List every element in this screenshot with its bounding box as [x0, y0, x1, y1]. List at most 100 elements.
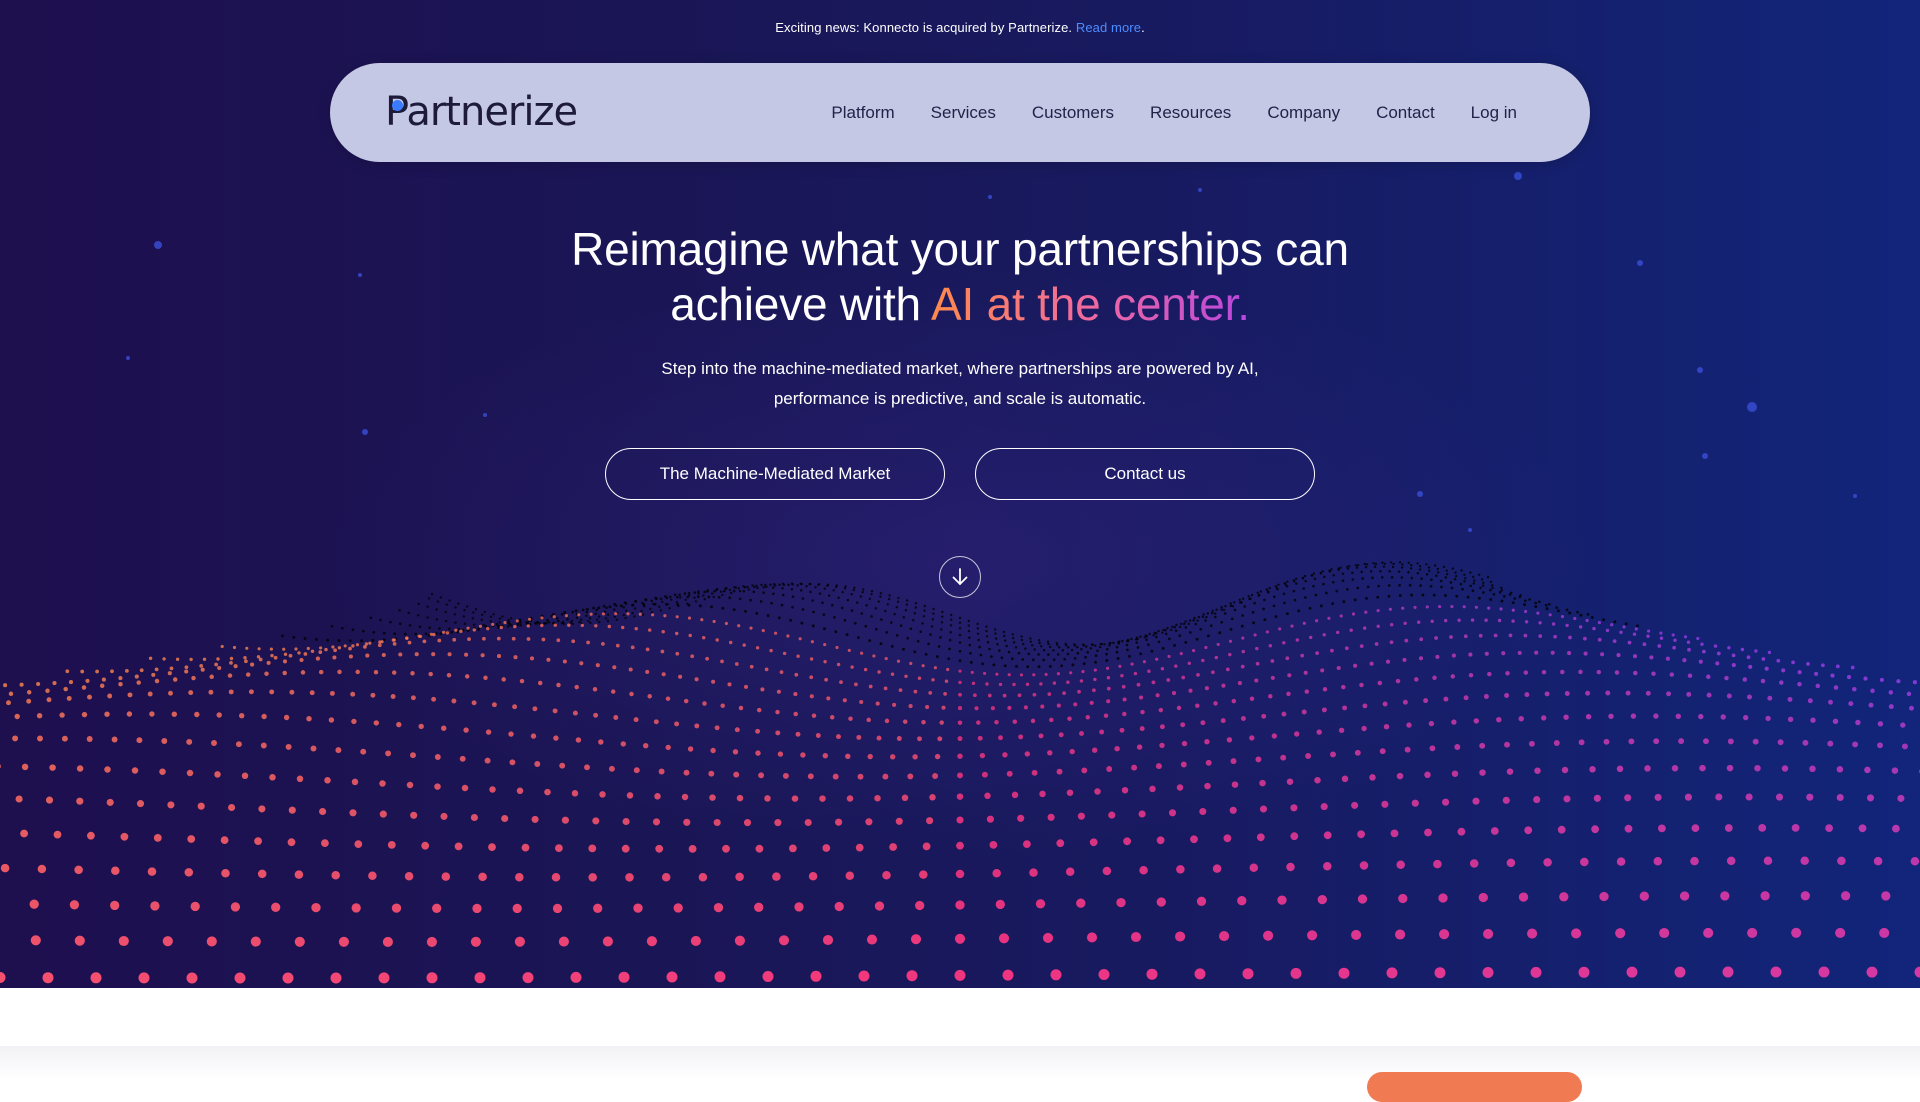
wave-dot [634, 717, 639, 722]
wave-dot [1606, 629, 1609, 632]
machine-mediated-market-button[interactable]: The Machine-Mediated Market [605, 448, 945, 500]
wave-dot [1605, 691, 1610, 696]
wave-dot [616, 619, 618, 621]
wave-dot [499, 621, 501, 623]
wave-dot [1748, 665, 1752, 669]
wave-dot [738, 587, 740, 589]
wave-dot [1122, 712, 1126, 716]
wave-dot [876, 702, 880, 706]
wave-dot [110, 669, 114, 673]
wave-dot [1172, 691, 1176, 695]
wave-dot [1175, 629, 1178, 632]
wave-dot [659, 769, 665, 775]
wave-dot [392, 638, 395, 641]
wave-dot [1157, 836, 1165, 844]
wave-dot [1504, 693, 1509, 698]
wave-dot [379, 780, 386, 787]
nav-item-login[interactable]: Log in [1471, 103, 1517, 123]
wave-dot [1286, 692, 1290, 696]
wave-dot [383, 632, 386, 635]
wave-dot [1727, 694, 1732, 699]
wave-dot [1381, 801, 1388, 808]
nav-item-services[interactable]: Services [931, 103, 996, 123]
contact-us-button[interactable]: Contact us [975, 448, 1315, 500]
wave-dot [59, 712, 64, 717]
nav-item-platform[interactable]: Platform [831, 103, 894, 123]
wave-dot [1583, 637, 1587, 641]
wave-dot [1732, 654, 1736, 658]
wave-dot [228, 804, 235, 811]
wave-dot [1370, 570, 1373, 573]
wave-dot [1524, 599, 1527, 602]
wave-dot [1491, 587, 1494, 590]
nav-item-company[interactable]: Company [1267, 103, 1340, 123]
wave-dot [1201, 659, 1204, 662]
wave-dot [1445, 576, 1448, 579]
wave-dot [929, 794, 936, 801]
wave-dot [189, 658, 192, 661]
wave-dot [405, 872, 414, 881]
wave-dot [12, 735, 18, 741]
wave-dot [693, 596, 695, 598]
wave-dot [737, 795, 744, 802]
wave-dot [941, 706, 945, 710]
wave-dot [624, 601, 627, 604]
wave-dot [1392, 566, 1394, 568]
wave-dot [812, 713, 816, 717]
wave-dot [1900, 722, 1905, 727]
scroll-down-button[interactable] [939, 556, 981, 598]
wave-dot [715, 971, 726, 982]
nav-item-contact[interactable]: Contact [1376, 103, 1435, 123]
wave-dot [1256, 592, 1258, 594]
wave-dot [999, 683, 1002, 686]
wave-dot [9, 692, 13, 696]
next-section-cta-button[interactable] [1367, 1072, 1582, 1102]
wave-dot [1381, 561, 1383, 563]
wave-dot [1247, 595, 1249, 597]
wave-dot [1491, 584, 1493, 586]
wave-dot [472, 611, 474, 613]
brand-logo[interactable]: Partnerize [385, 87, 577, 137]
wave-dot [553, 904, 562, 913]
wave-dot [1403, 700, 1408, 705]
wave-dot [593, 687, 597, 691]
wave-dot [1018, 652, 1021, 655]
wave-dot [1573, 617, 1576, 620]
wave-dot [492, 702, 497, 707]
wave-dot [1365, 566, 1367, 568]
wave-dot [976, 627, 978, 629]
wave-dot [1437, 571, 1439, 573]
wave-dot [1545, 691, 1550, 696]
wave-dot [1166, 678, 1170, 682]
nav-item-customers[interactable]: Customers [1032, 103, 1114, 123]
wave-dot [486, 627, 489, 630]
wave-dot [1161, 667, 1164, 670]
wave-dot [661, 601, 663, 603]
wave-dot [1320, 604, 1323, 607]
wave-dot [1029, 868, 1038, 877]
wave-dot [1302, 577, 1304, 579]
wave-dot [800, 589, 803, 592]
wave-dot [688, 746, 693, 751]
wave-dot [1174, 664, 1177, 667]
wave-dot [557, 620, 560, 623]
wave-dot [959, 650, 962, 653]
wave-dot [1487, 672, 1491, 676]
wave-dot [161, 738, 167, 744]
wave-dot [1699, 765, 1706, 772]
announcement-read-more-link[interactable]: Read more [1076, 20, 1141, 35]
wave-dot [897, 660, 900, 663]
wave-dot [1123, 697, 1127, 701]
wave-dot [905, 609, 907, 611]
wave-dot [1314, 777, 1321, 784]
wave-dot [452, 638, 456, 642]
wave-dot [915, 901, 924, 910]
nav-item-resources[interactable]: Resources [1150, 103, 1231, 123]
wave-dot [1714, 644, 1717, 647]
wave-dot [1017, 815, 1024, 822]
wave-dot [214, 771, 221, 778]
wave-dot [1196, 673, 1200, 677]
wave-dot [1765, 667, 1769, 671]
wave-dot [1286, 585, 1289, 588]
wave-dot [1702, 650, 1706, 654]
